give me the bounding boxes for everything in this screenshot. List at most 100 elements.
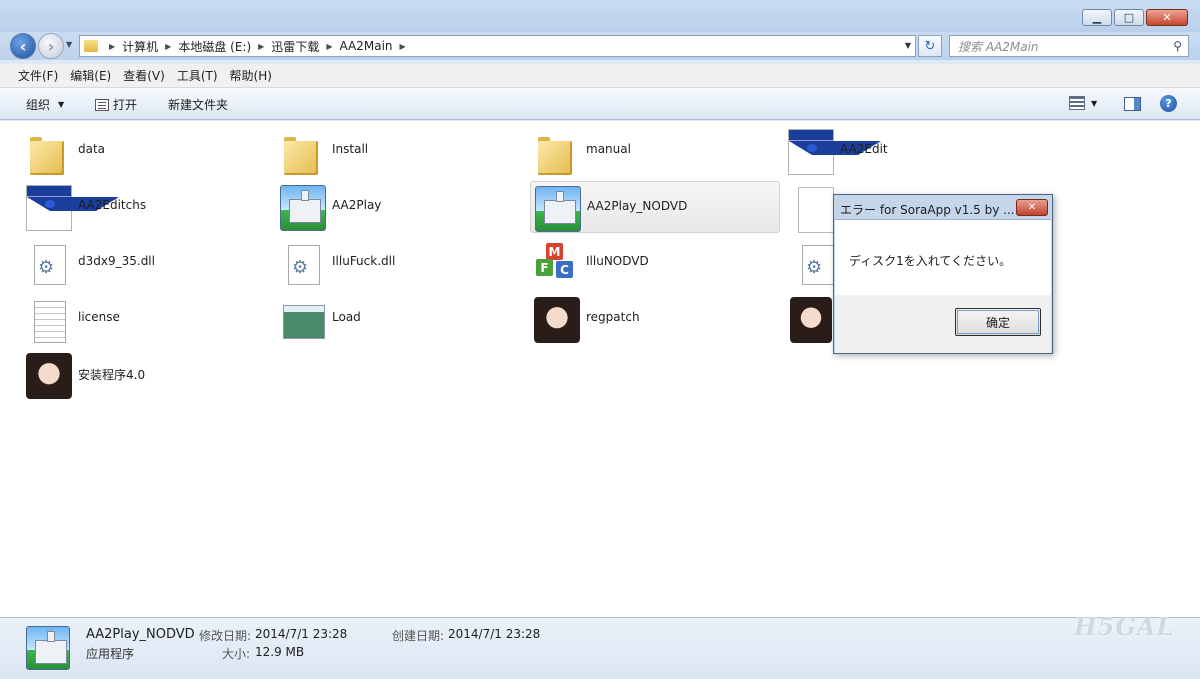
chevron-right-icon[interactable]: ▶ (109, 42, 115, 51)
recent-pages-dropdown-icon[interactable]: ▼ (66, 40, 72, 49)
folder-icon (84, 40, 98, 52)
address-history-dropdown-icon[interactable]: ▼ (905, 41, 911, 50)
dll-icon (280, 241, 326, 287)
ok-button[interactable]: 确定 (955, 308, 1041, 336)
file-name: data (78, 142, 106, 156)
size-label: 大小: (222, 647, 251, 661)
file-name: license (78, 310, 120, 324)
folder-icon (280, 129, 326, 175)
menu-tools[interactable]: 工具(T) (171, 65, 224, 86)
help-icon[interactable]: ? (1160, 95, 1177, 112)
view-list-icon (1069, 96, 1085, 110)
menu-help[interactable]: 帮助(H) (224, 65, 278, 86)
search-input[interactable]: 搜索 AA2Main ⚲ (949, 35, 1189, 57)
address-bar[interactable]: ▶ 计算机 ▶ 本地磁盘 (E:) ▶ 迅雷下载 ▶ AA2Main ▶ ▼ (79, 35, 916, 57)
file-item[interactable]: AA2Play (280, 181, 530, 233)
file-item[interactable]: IlluFuck.dll (280, 237, 530, 289)
chevron-down-icon: ▼ (1091, 98, 1098, 108)
file-name: IlluNODVD (586, 254, 649, 268)
text-file-icon (26, 297, 72, 343)
chevron-right-icon[interactable]: ▶ (165, 42, 171, 51)
close-button[interactable]: ✕ (1146, 9, 1188, 26)
organize-button[interactable]: 组织 ▼ (26, 96, 64, 113)
search-placeholder: 搜索 AA2Main (958, 39, 1039, 54)
file-name: AA2Play_NODVD (587, 199, 688, 213)
open-icon (95, 98, 109, 111)
file-item[interactable]: Install (280, 125, 530, 177)
dialog-body: ディスク1を入れてください。 (835, 219, 1051, 295)
dialog-message: ディスク1を入れてください。 (849, 254, 1012, 268)
breadcrumb-computer[interactable]: 计算机 (122, 38, 158, 55)
exe-icon (280, 297, 326, 343)
new-folder-label: 新建文件夹 (168, 98, 229, 112)
command-bar: 组织 ▼ 打开 新建文件夹 ▼ ? (0, 88, 1200, 120)
game-icon (280, 185, 326, 231)
details-file-type: 应用程序 (86, 647, 135, 661)
file-item-selected[interactable]: AA2Play_NODVD (530, 181, 780, 233)
modified-value: 2014/7/1 23:28 (255, 627, 348, 641)
search-icon[interactable]: ⚲ (1173, 39, 1182, 53)
portrait-icon (790, 297, 832, 343)
game-icon (26, 626, 70, 670)
file-name: AA2Edit (840, 142, 888, 156)
breadcrumb-downloads[interactable]: 迅雷下载 (271, 38, 319, 55)
file-name: IlluFuck.dll (332, 254, 396, 268)
modified-label: 修改日期: (199, 629, 252, 643)
menu-edit[interactable]: 编辑(E) (64, 65, 117, 86)
file-name: AA2Editchs (78, 198, 147, 212)
dialog-title: エラー for SoraApp v1.5 by ... (840, 203, 1015, 217)
file-name: 安装程序4.0 (78, 368, 146, 382)
file-item[interactable]: AA2Edit (788, 125, 1038, 177)
folder-icon (26, 129, 72, 175)
chevron-right-icon[interactable]: ▶ (258, 42, 264, 51)
file-item[interactable]: d3dx9_35.dll (26, 237, 276, 289)
chevron-right-icon[interactable]: ▶ (326, 42, 332, 51)
file-item[interactable]: M F C IlluNODVD (534, 237, 784, 289)
portrait-icon (26, 353, 72, 399)
minimize-button[interactable]: ▁ (1082, 9, 1112, 26)
file-name: manual (586, 142, 631, 156)
dialog-close-button[interactable]: ✕ (1016, 199, 1048, 216)
file-item-partial[interactable] (794, 181, 834, 233)
breadcrumb-current-folder[interactable]: AA2Main (339, 39, 392, 53)
app-icon (26, 185, 119, 231)
error-dialog: エラー for SoraApp v1.5 by ... ✕ ディスク1を入れてく… (833, 194, 1053, 354)
file-item-partial[interactable] (794, 237, 834, 289)
file-item[interactable]: regpatch (534, 293, 784, 345)
chevron-right-icon[interactable]: ▶ (400, 42, 406, 51)
file-item-partial[interactable] (790, 293, 832, 345)
folder-icon (534, 129, 580, 175)
file-name: d3dx9_35.dll (78, 254, 155, 268)
title-bar: ▁ □ ✕ (0, 0, 1200, 32)
file-item[interactable]: data (26, 125, 276, 177)
open-button[interactable]: 打开 (95, 96, 137, 113)
forward-button[interactable]: › (38, 33, 64, 59)
size-value: 12.9 MB (255, 645, 305, 659)
created-value: 2014/7/1 23:28 (448, 627, 541, 641)
new-folder-button[interactable]: 新建文件夹 (168, 96, 228, 113)
file-item[interactable]: manual (534, 125, 784, 177)
file-name: AA2Play (332, 198, 382, 212)
preview-pane-icon[interactable] (1124, 97, 1141, 111)
dll-icon (26, 241, 72, 287)
details-pane: AA2Play_NODVD 应用程序 修改日期: 2014/7/1 23:28 … (0, 617, 1200, 679)
file-name: Load (332, 310, 361, 324)
organize-label: 组织 (26, 98, 51, 112)
file-item[interactable]: AA2Editchs (26, 181, 276, 233)
game-icon (535, 186, 581, 232)
menu-file[interactable]: 文件(F) (12, 65, 64, 86)
file-item[interactable]: license (26, 293, 276, 345)
refresh-button[interactable]: ↻ (918, 35, 942, 57)
maximize-button[interactable]: □ (1114, 9, 1144, 26)
menu-view[interactable]: 查看(V) (117, 65, 171, 86)
dialog-footer: 确定 (835, 295, 1051, 353)
file-name: Install (332, 142, 369, 156)
breadcrumb-drive[interactable]: 本地磁盘 (E:) (178, 38, 251, 55)
file-item[interactable]: 安装程序4.0 (26, 349, 276, 401)
file-name: regpatch (586, 310, 640, 324)
file-item[interactable]: Load (280, 293, 530, 345)
back-button[interactable]: ‹ (10, 33, 36, 59)
change-view-button[interactable]: ▼ (1069, 96, 1097, 110)
created-label: 创建日期: (392, 629, 445, 643)
details-file-name: AA2Play_NODVD (86, 627, 195, 642)
